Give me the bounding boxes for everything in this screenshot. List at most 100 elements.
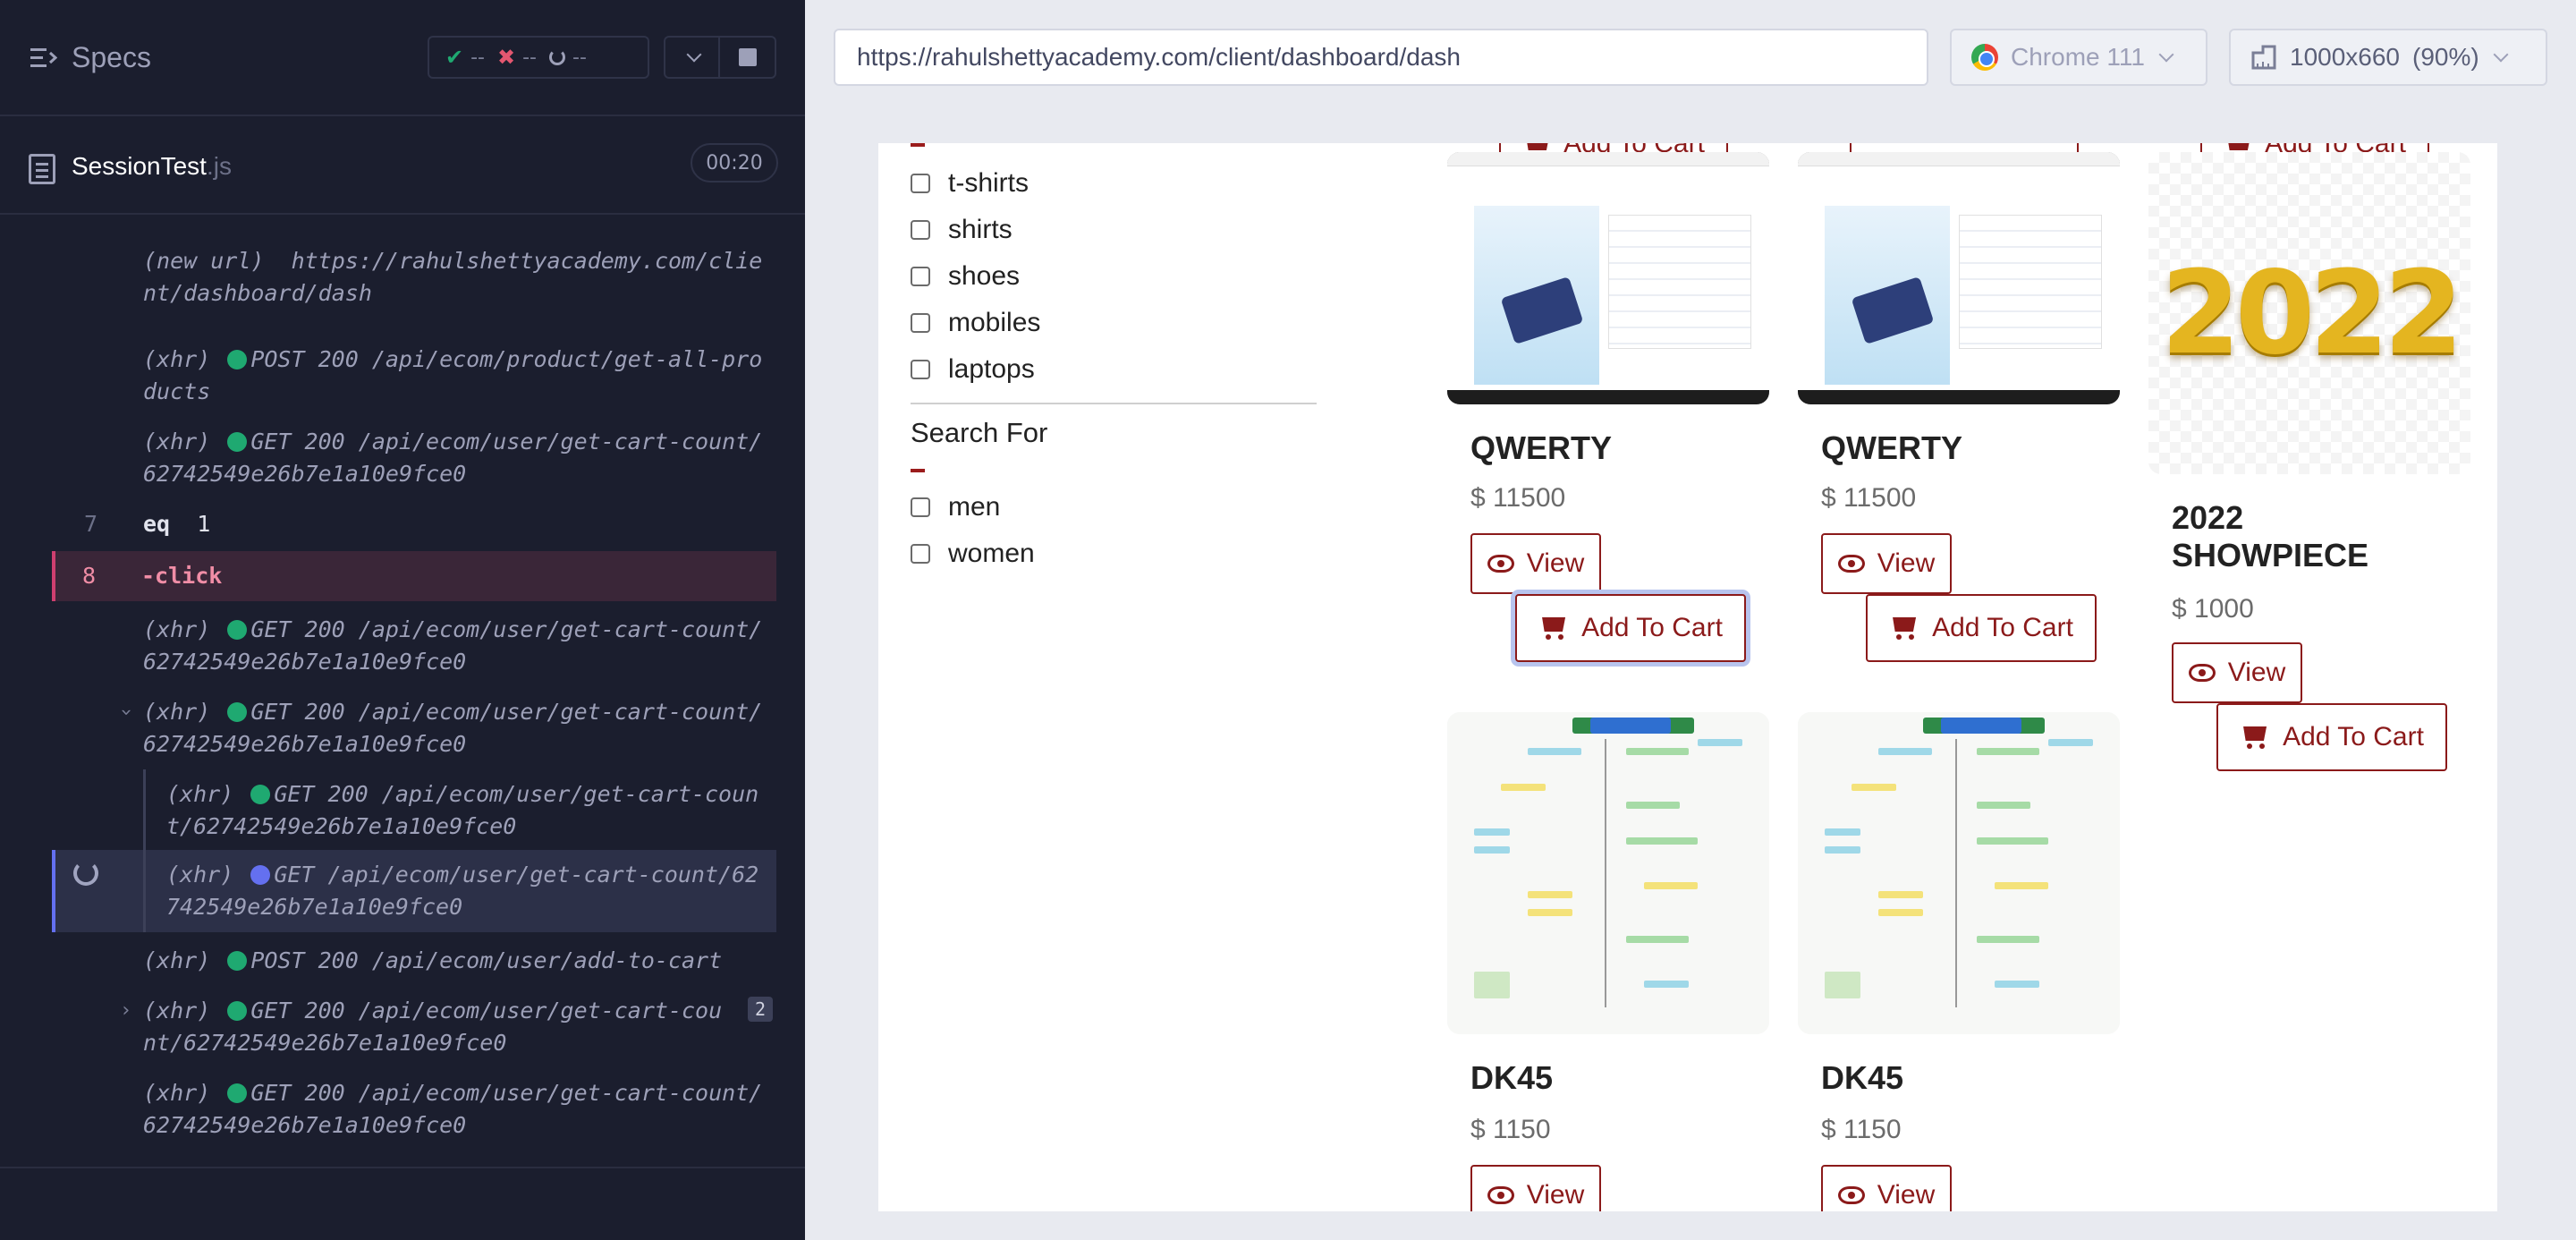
view-button[interactable]: View (1470, 1165, 1601, 1211)
command-text: (new url) https://rahulshettyacademy.com… (143, 248, 763, 306)
status-dot-icon (250, 865, 271, 885)
command-row-xhr[interactable]: (xhr) GET 200 /api/ecom/user/get-cart-co… (52, 610, 776, 682)
failed-count: -- (522, 46, 537, 69)
status-dot-icon (227, 620, 248, 640)
chevron-down-icon[interactable]: › (110, 706, 142, 718)
command-text: (xhr) GET 200 /api/ecom/user/get-cart-co… (143, 616, 763, 675)
command-row-xhr-group[interactable]: › (xhr) GET 200 /api/ecom/user/get-cart-… (52, 991, 776, 1063)
gender-filter[interactable]: men (911, 492, 1000, 522)
status-dot-icon (227, 432, 248, 452)
category-label: shirts (948, 215, 1013, 244)
category-filter[interactable]: shirts (911, 215, 1013, 245)
command-row-new-url[interactable]: (new url) https://rahulshettyacademy.com… (52, 233, 776, 326)
command-log-panel: Specs ✔ -- ✖ -- -- SessionTest.js 00:20 … (0, 0, 805, 1240)
count-badge: 2 (748, 997, 773, 1022)
product-price: $ 1150 (1470, 1115, 1551, 1144)
eye-icon (1487, 1186, 1514, 1204)
search-for-heading: Search For (911, 417, 1048, 448)
product-image[interactable] (1447, 712, 1769, 1034)
view-button[interactable]: View (2172, 642, 2302, 703)
checkbox[interactable] (911, 360, 930, 379)
command-text: (xhr) GET 200 /api/ecom/user/get-cart-co… (143, 1080, 763, 1138)
product-price: $ 11500 (1821, 483, 1917, 513)
command-row-xhr[interactable]: (xhr) GET 200 /api/ecom/user/get-cart-co… (52, 1074, 776, 1145)
command-text: (xhr) GET 200 /api/ecom/user/get-cart-co… (143, 429, 763, 487)
product-image[interactable] (1798, 712, 2120, 1034)
command-text: eq 1 (143, 511, 211, 537)
gender-filter[interactable]: women (911, 539, 1035, 569)
product-screenshot (1798, 152, 2120, 404)
product-image[interactable] (1447, 152, 1769, 404)
viewport-selector[interactable]: 1000x660 (90%) (2229, 29, 2547, 86)
specs-label[interactable]: Specs (72, 41, 151, 74)
checkbox[interactable] (911, 544, 930, 564)
app-preview-panel: https://rahulshettyacademy.com/client/da… (805, 0, 2576, 1240)
specs-list-icon[interactable] (30, 47, 57, 70)
category-filter[interactable]: laptops (911, 354, 1035, 385)
command-row-xhr[interactable]: (xhr) POST 200 /api/ecom/user/add-to-car… (52, 941, 776, 981)
category-filter[interactable]: mobiles (911, 308, 1040, 338)
loading-spinner-icon (73, 861, 98, 886)
command-row-click-active[interactable]: 8 -click (52, 551, 776, 601)
passed-stat: ✔ -- (445, 45, 485, 70)
eye-icon (1837, 555, 1865, 573)
duration-badge: 00:20 (691, 143, 778, 183)
ruler-icon (2251, 45, 2276, 70)
checkbox[interactable] (911, 174, 930, 193)
command-row-xhr-group[interactable]: › (xhr) GET 200 /api/ecom/user/get-cart-… (52, 692, 776, 764)
product-title: 2022 SHOWPIECE (2172, 499, 2369, 573)
product-title: QWERTY (1470, 429, 1612, 466)
passed-count: -- (470, 46, 485, 69)
run-controls (664, 36, 776, 79)
command-row-xhr-nested[interactable]: (xhr) GET 200 /api/ecom/user/get-cart-co… (52, 775, 776, 846)
cart-icon (1538, 616, 1569, 641)
add-to-cart-button[interactable]: Add To Cart (1515, 594, 1746, 662)
command-text: (xhr) GET 200 /api/ecom/user/get-cart-co… (166, 781, 759, 839)
nest-line (143, 850, 146, 932)
product-price: $ 1000 (2172, 594, 2254, 624)
product-image[interactable]: 2022 (2148, 152, 2470, 474)
section-accent (911, 143, 925, 147)
stop-button[interactable] (720, 38, 775, 77)
pending-spinner-icon (549, 49, 565, 65)
category-label: shoes (948, 261, 1021, 291)
browser-label: Chrome 111 (2011, 43, 2145, 71)
eye-icon (1837, 1186, 1865, 1204)
view-button[interactable]: View (1821, 1165, 1952, 1211)
status-dot-icon (227, 1001, 248, 1021)
view-button[interactable]: View (1470, 533, 1601, 594)
section-accent (911, 469, 925, 472)
command-number: 7 (84, 511, 98, 537)
status-dot-icon (227, 1083, 248, 1103)
command-row-xhr[interactable]: (xhr) GET 200 /api/ecom/user/get-cart-co… (52, 422, 776, 494)
checkbox[interactable] (911, 267, 930, 286)
checkbox[interactable] (911, 497, 930, 517)
divider (0, 1167, 805, 1168)
chevron-down-icon (2158, 47, 2174, 63)
chevron-down-icon (2493, 47, 2509, 63)
url-bar[interactable]: https://rahulshettyacademy.com/client/da… (834, 29, 1928, 86)
chevron-right-icon[interactable]: › (120, 995, 131, 1027)
viewport-zoom: (90%) (2412, 43, 2479, 71)
status-dot-icon (227, 702, 248, 722)
chevron-down-button[interactable] (665, 38, 721, 77)
command-text: (xhr) GET 200 /api/ecom/user/get-cart-co… (143, 699, 763, 757)
category-filter[interactable]: t-shirts (911, 168, 1029, 199)
category-filter[interactable]: shoes (911, 261, 1020, 292)
test-stats: ✔ -- ✖ -- -- (428, 36, 649, 79)
view-button[interactable]: View (1821, 533, 1952, 594)
command-text: (xhr) GET 200 /api/ecom/user/get-cart-co… (143, 998, 723, 1056)
checkbox[interactable] (911, 220, 930, 240)
command-row-xhr[interactable]: (xhr) POST 200 /api/ecom/product/get-all… (52, 340, 776, 412)
add-to-cart-button[interactable]: Add To Cart (2216, 703, 2447, 771)
add-to-cart-button[interactable]: Add To Cart (1866, 594, 2097, 662)
browser-selector[interactable]: Chrome 111 (1950, 29, 2207, 86)
mindmap-image (1447, 712, 1769, 1034)
spec-file-name[interactable]: SessionTest.js (72, 152, 232, 181)
checkbox[interactable] (911, 313, 930, 333)
product-image[interactable] (1798, 152, 2120, 404)
pending-count: -- (572, 46, 587, 69)
viewport-size: 1000x660 (2290, 43, 2401, 71)
command-row-xhr-pending[interactable]: (xhr) GET /api/ecom/user/get-cart-count/… (52, 850, 776, 932)
command-row-eq[interactable]: 7 eq 1 (52, 505, 776, 544)
